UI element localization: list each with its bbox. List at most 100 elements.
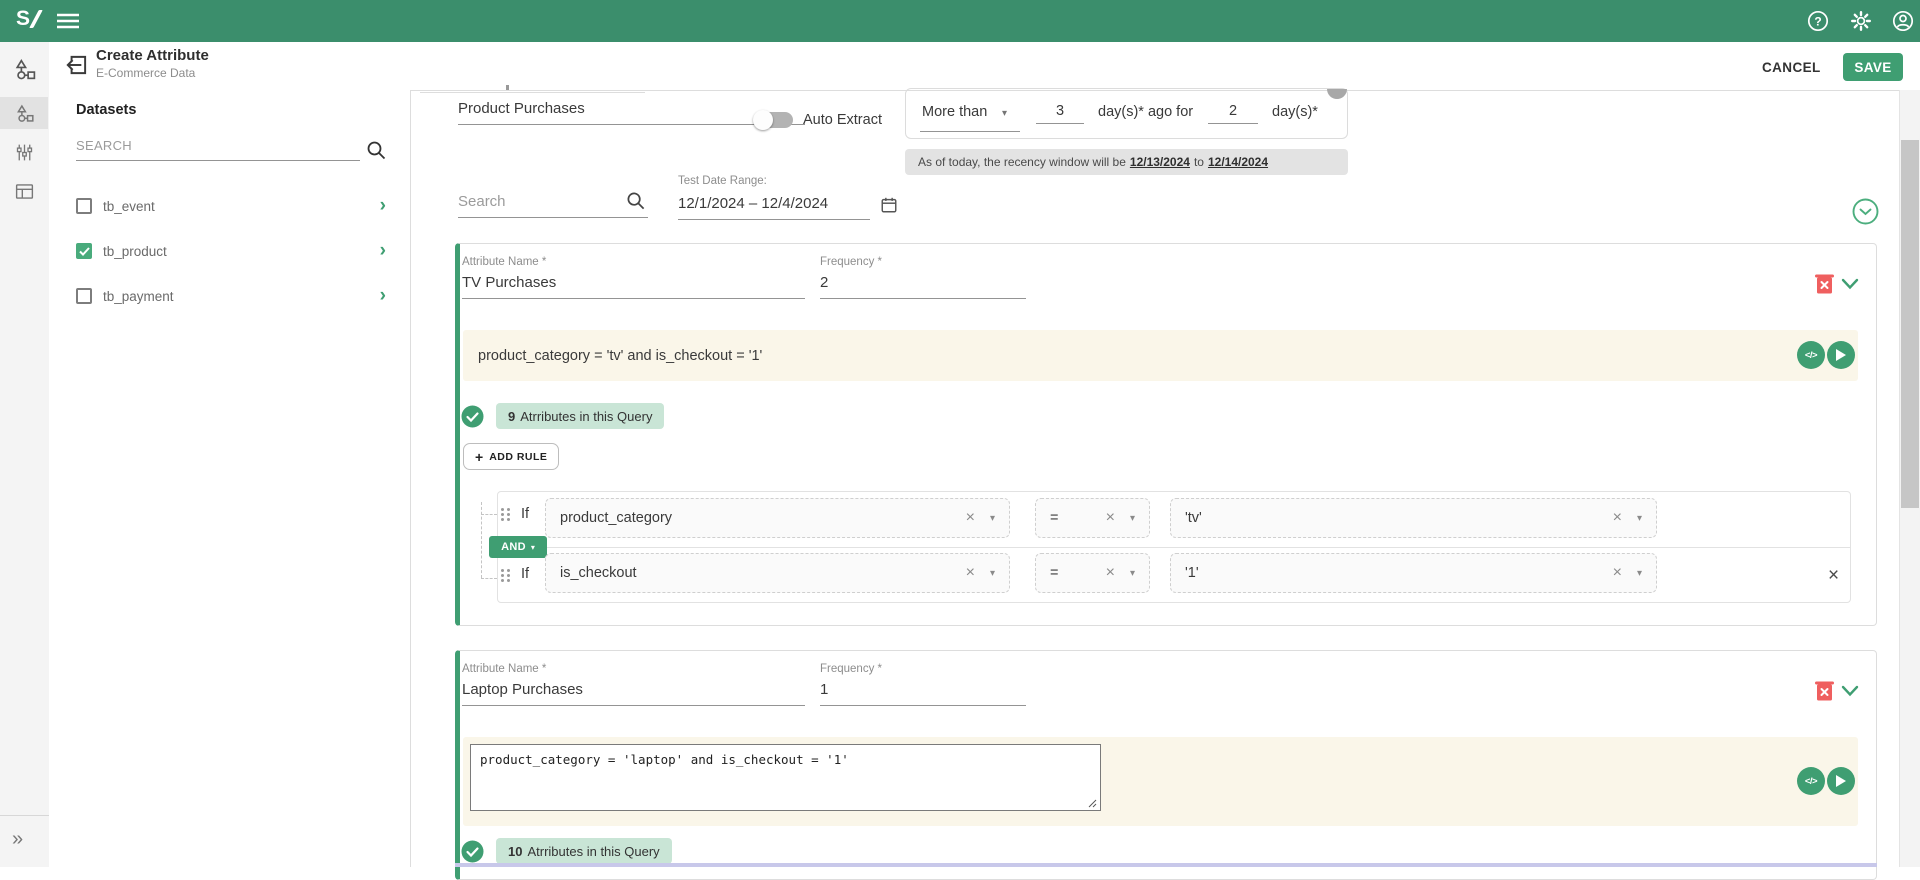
sql-editor-textarea[interactable]: product_category = 'laptop' and is_check…	[470, 744, 1101, 811]
drag-handle-icon[interactable]	[500, 568, 511, 583]
collapse-card-chevron-icon[interactable]	[1841, 685, 1859, 697]
rule-operator-value: =	[1050, 510, 1058, 526]
auto-extract-label: Auto Extract	[803, 112, 882, 128]
clipped-label-fragment	[506, 85, 509, 90]
checkbox-unchecked[interactable]	[76, 288, 92, 304]
recency-note-from-date: 12/13/2024	[1130, 155, 1190, 169]
add-rule-label: ADD RULE	[489, 451, 547, 463]
run-query-button[interactable]	[1827, 767, 1855, 795]
dataset-label: tb_event	[103, 199, 155, 214]
top-app-bar: S ?	[0, 0, 1920, 42]
frequency-input[interactable]	[820, 274, 1026, 299]
rule-field-select[interactable]: is_checkout × ▾	[545, 553, 1010, 593]
remove-rule-icon[interactable]: ×	[1828, 565, 1839, 587]
dropdown-arrow-icon[interactable]: ▾	[1637, 513, 1642, 524]
frequency-input[interactable]	[820, 681, 1026, 706]
account-icon[interactable]	[1892, 10, 1914, 32]
hamburger-menu-icon[interactable]	[56, 13, 80, 29]
parameters-icon[interactable]	[14, 142, 35, 163]
dataset-item-tb-event[interactable]: tb_event ›	[76, 194, 386, 218]
attributes-icon[interactable]	[14, 103, 35, 124]
attribute-name-input[interactable]	[462, 681, 805, 706]
recency-end-label: day(s)*	[1272, 104, 1318, 120]
sql-query-text: product_category = 'tv' and is_checkout …	[478, 348, 762, 364]
chevron-right-icon[interactable]: ›	[380, 243, 386, 259]
attribute-name-input[interactable]	[462, 274, 805, 299]
sql-query-bar[interactable]: product_category = 'tv' and is_checkout …	[463, 330, 1858, 381]
test-date-range-label: Test Date Range:	[678, 175, 767, 187]
dropdown-arrow-icon[interactable]: ▾	[1130, 568, 1135, 579]
plus-icon: +	[475, 449, 483, 465]
rule-value-select[interactable]: '1' × ▾	[1170, 553, 1657, 593]
conjunction-chip[interactable]: AND ▾	[489, 536, 547, 558]
rule-tree-stub	[481, 514, 497, 515]
back-icon[interactable]	[64, 52, 90, 78]
dropdown-arrow-icon[interactable]: ▾	[1130, 513, 1135, 524]
if-label: If	[521, 506, 529, 522]
checkbox-unchecked[interactable]	[76, 198, 92, 214]
checkbox-checked[interactable]	[76, 243, 92, 259]
expand-panel-button[interactable]: »	[12, 828, 21, 851]
dropdown-arrow-icon[interactable]: ▾	[990, 568, 995, 579]
recency-days-input[interactable]	[1036, 103, 1084, 124]
delete-attribute-icon[interactable]	[1814, 272, 1835, 295]
dropdown-arrow-icon[interactable]: ▾	[990, 513, 995, 524]
badge-text: Atrributes in this Query	[527, 844, 659, 859]
code-editor-button[interactable]: </>	[1797, 767, 1825, 795]
clear-icon[interactable]: ×	[1613, 509, 1622, 527]
clear-icon[interactable]: ×	[966, 509, 975, 527]
badge-text: Atrributes in this Query	[520, 409, 652, 424]
play-icon	[1836, 349, 1846, 361]
run-query-button[interactable]	[1827, 341, 1855, 369]
rule-operator-select[interactable]: = × ▾	[1035, 498, 1150, 538]
rule-tree-stub	[481, 578, 497, 579]
collapse-all-chevron-circle-icon[interactable]	[1852, 198, 1879, 225]
clear-icon[interactable]: ×	[966, 564, 975, 582]
cancel-button[interactable]: CANCEL	[1752, 54, 1831, 81]
add-rule-button[interactable]: + ADD RULE	[463, 443, 559, 470]
code-icon: </>	[1805, 776, 1817, 787]
delete-attribute-icon[interactable]	[1814, 679, 1835, 702]
chevron-right-icon[interactable]: ›	[380, 198, 386, 214]
search-icon	[626, 191, 646, 211]
code-editor-button[interactable]: </>	[1797, 341, 1825, 369]
attribute-search-input[interactable]	[458, 193, 648, 218]
scrollbar-thumb[interactable]	[1901, 140, 1919, 508]
toggle-knob	[753, 110, 773, 130]
collapse-card-chevron-icon[interactable]	[1841, 278, 1859, 290]
clear-icon[interactable]: ×	[1106, 509, 1115, 527]
clear-icon[interactable]: ×	[1613, 564, 1622, 582]
dataset-item-tb-payment[interactable]: tb_payment ›	[76, 284, 386, 308]
rule-value-value: 'tv'	[1185, 510, 1202, 526]
save-button[interactable]: SAVE	[1843, 53, 1903, 81]
dropdown-arrow-icon: ▾	[531, 543, 535, 552]
dataset-label: tb_product	[103, 244, 167, 259]
settings-gear-icon[interactable]	[1850, 10, 1872, 32]
recency-window-input[interactable]	[1208, 103, 1258, 124]
rule-value-select[interactable]: 'tv' × ▾	[1170, 498, 1657, 538]
test-date-range-value[interactable]: 12/1/2024 – 12/4/2024	[678, 195, 828, 212]
conjunction-label: AND	[501, 541, 526, 553]
drag-handle-icon[interactable]	[500, 507, 511, 522]
calendar-icon[interactable]	[880, 196, 898, 214]
rule-field-select[interactable]: product_category × ▾	[545, 498, 1010, 538]
rule-operator-select[interactable]: = × ▾	[1035, 553, 1150, 593]
help-icon[interactable]: ?	[1807, 10, 1829, 32]
clear-icon[interactable]: ×	[1106, 564, 1115, 582]
datasets-search-input[interactable]	[76, 138, 360, 161]
resize-handle-icon[interactable]	[1088, 799, 1097, 808]
badge-count: 9	[508, 409, 515, 424]
dataset-item-tb-product[interactable]: tb_product ›	[76, 239, 386, 263]
recency-note-to-date: 12/14/2024	[1208, 155, 1268, 169]
pipeline-icon[interactable]	[12, 57, 37, 82]
table-icon[interactable]	[14, 181, 35, 202]
recency-note-to-word: to	[1194, 155, 1204, 169]
auto-extract-toggle[interactable]	[753, 109, 795, 131]
dropdown-arrow-icon[interactable]: ▾	[1637, 568, 1642, 579]
attribute-name-label: Attribute Name *	[462, 256, 546, 268]
dropdown-arrow-icon[interactable]: ▾	[1002, 108, 1007, 119]
recency-comparator-select[interactable]: More than	[922, 104, 987, 120]
rule-field-value: product_category	[560, 510, 672, 526]
page-header	[49, 42, 1920, 91]
chevron-right-icon[interactable]: ›	[380, 288, 386, 304]
